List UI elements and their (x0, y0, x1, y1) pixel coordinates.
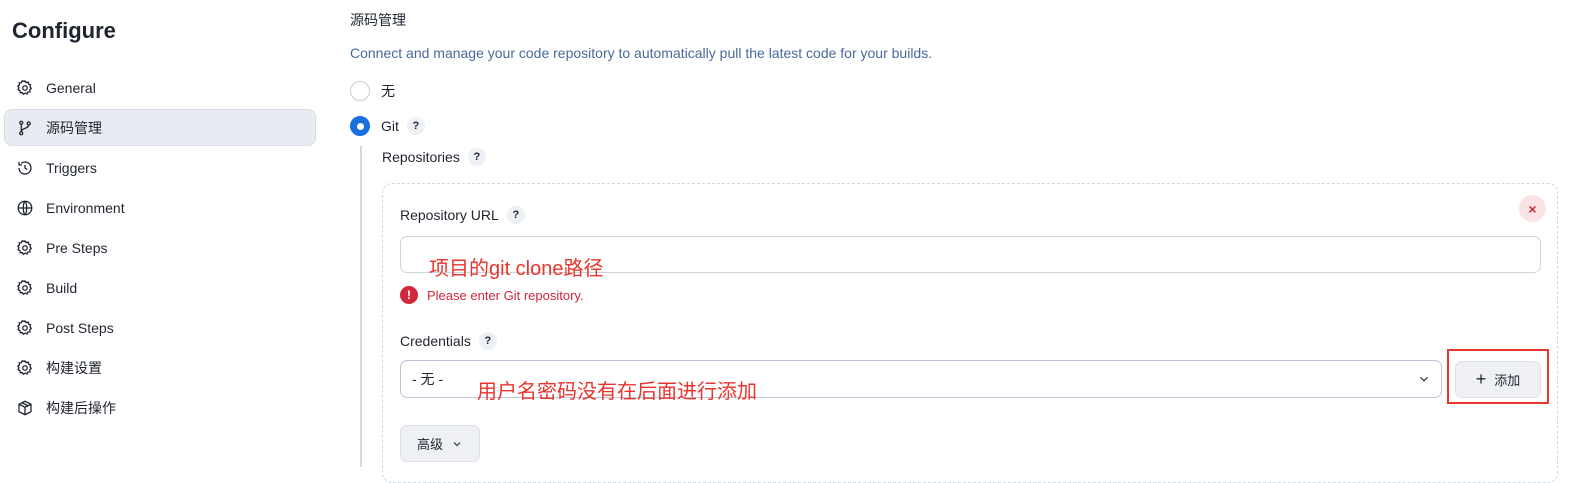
credentials-text: Credentials (400, 333, 471, 349)
main-content: 源码管理 Connect and manage your code reposi… (350, 0, 1576, 483)
section-indent-line (360, 146, 362, 467)
sidebar-item-post-steps[interactable]: Post Steps (4, 309, 316, 346)
repository-card: × Repository URL ? 项目的git clone路径 ! Plea… (382, 183, 1558, 483)
sidebar-nav: General 源码管理 Triggers Environment Pre St… (4, 69, 316, 429)
repositories-label: Repositories ? (382, 148, 486, 166)
repository-url-label: Repository URL ? (400, 206, 525, 224)
globe-icon (15, 198, 35, 218)
error-icon: ! (400, 286, 418, 304)
advanced-button[interactable]: 高级 (400, 425, 480, 462)
sidebar-item-label: General (46, 79, 96, 96)
credentials-selected-value: - 无 - (412, 371, 444, 387)
annotation-credentials: 用户名密码没有在后面进行添加 (477, 381, 757, 403)
credentials-label: Credentials ? (400, 332, 497, 350)
add-credentials-button[interactable]: + 添加 (1455, 361, 1541, 398)
repositories-text: Repositories (382, 149, 460, 165)
help-icon[interactable]: ? (478, 332, 497, 350)
git-branch-icon (15, 118, 35, 138)
gear-icon (15, 278, 35, 298)
section-description: Connect and manage your code repository … (350, 45, 933, 61)
section-title: 源码管理 (350, 12, 406, 28)
sidebar-item-label: Pre Steps (46, 239, 108, 256)
sidebar-item-scm[interactable]: 源码管理 (4, 109, 316, 146)
annotation-url: 项目的git clone路径 (429, 258, 604, 280)
chevron-down-icon (1417, 372, 1431, 386)
sidebar-item-build[interactable]: Build (4, 269, 316, 306)
radio-none[interactable] (350, 81, 370, 101)
sidebar-item-label: Post Steps (46, 319, 114, 336)
page-title: Configure (12, 18, 116, 43)
plus-icon: + (1475, 369, 1487, 389)
help-icon[interactable]: ? (406, 117, 425, 135)
sidebar-item-label: Triggers (46, 159, 97, 176)
advanced-label: 高级 (416, 437, 443, 452)
clock-icon (15, 158, 35, 178)
chevron-down-icon (453, 441, 461, 446)
sidebar-item-post-build[interactable]: 构建后操作 (4, 389, 316, 426)
sidebar-item-pre-steps[interactable]: Pre Steps (4, 229, 316, 266)
sidebar-item-label: 源码管理 (46, 119, 102, 136)
scm-option-git[interactable]: Git ? (350, 116, 425, 136)
sidebar-item-general[interactable]: General (4, 69, 316, 106)
gear-icon (15, 358, 35, 378)
gear-icon (15, 318, 35, 338)
radio-git-label: Git (381, 118, 399, 134)
scm-option-none[interactable]: 无 (350, 81, 395, 101)
sidebar-item-label: 构建后操作 (46, 399, 116, 416)
help-icon[interactable]: ? (467, 148, 486, 166)
sidebar-item-label: Build (46, 279, 78, 296)
sidebar-item-label: Environment (46, 199, 125, 216)
sidebar-item-triggers[interactable]: Triggers (4, 149, 316, 186)
remove-repository-button[interactable]: × (1519, 195, 1546, 222)
sidebar-item-environment[interactable]: Environment (4, 189, 316, 226)
sidebar: Configure General 源码管理 Triggers Environm… (0, 0, 330, 467)
gear-icon (15, 238, 35, 258)
add-credentials-label: 添加 (1494, 373, 1521, 388)
error-text: Please enter Git repository. (427, 287, 584, 303)
radio-none-label: 无 (381, 83, 395, 99)
sidebar-item-label: 构建设置 (46, 359, 102, 376)
radio-git[interactable] (350, 116, 370, 136)
repository-url-text: Repository URL (400, 207, 499, 223)
gear-icon (15, 78, 35, 98)
url-error-message: ! Please enter Git repository. (400, 286, 584, 304)
box-icon (15, 398, 35, 418)
help-icon[interactable]: ? (506, 206, 525, 224)
sidebar-item-build-settings[interactable]: 构建设置 (4, 349, 316, 386)
